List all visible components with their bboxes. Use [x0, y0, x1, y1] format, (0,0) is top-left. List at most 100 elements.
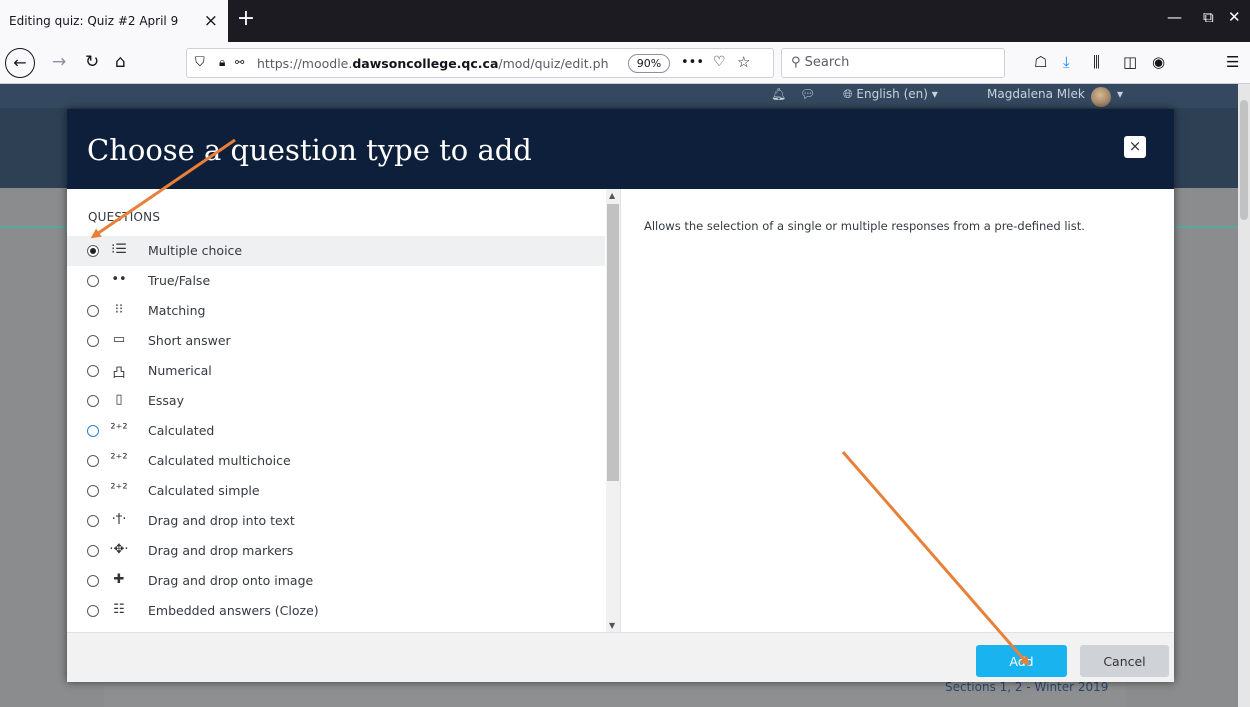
- new-tab-button[interactable]: +: [232, 6, 260, 34]
- calculated-multichoice-icon: ²⁺²: [110, 452, 128, 467]
- add-button[interactable]: Add: [976, 645, 1067, 677]
- messages-icon[interactable]: 💬︎: [800, 87, 815, 101]
- account-icon[interactable]: ◉: [1152, 53, 1165, 71]
- multiple-choice-icon: ⁝☰: [111, 242, 127, 257]
- modal-title: Choose a question type to add: [87, 133, 532, 167]
- tab-title: Editing quiz: Quiz #2 April 9: [9, 14, 179, 28]
- user-menu-caret-icon[interactable]: ▾: [1117, 87, 1123, 101]
- drag-drop-image-icon: ✚: [113, 572, 125, 587]
- question-type-item[interactable]: ▯ Essay: [67, 386, 605, 416]
- url-bar[interactable]: ⛉ 🔒︎ ⚯ https://moodle.dawsoncollege.qc.c…: [186, 48, 774, 78]
- minimize-icon[interactable]: —: [1167, 8, 1182, 26]
- question-type-label[interactable]: Embedded answers (Cloze): [148, 603, 319, 618]
- search-input[interactable]: ⚲ Search: [781, 48, 1005, 78]
- drag-drop-text-icon: ·†·: [111, 512, 127, 527]
- zoom-level[interactable]: 90%: [628, 54, 670, 73]
- reload-icon[interactable]: ↻: [85, 51, 99, 73]
- question-type-radio[interactable]: [87, 605, 99, 617]
- list-scroll-thumb[interactable]: [607, 204, 619, 481]
- search-icon: ⚲: [791, 55, 801, 70]
- question-type-radio[interactable]: [87, 545, 99, 557]
- question-type-radio[interactable]: [87, 365, 99, 377]
- extension-icon[interactable]: ☖: [1034, 53, 1047, 71]
- language-menu[interactable]: 🌐︎ English (en) ▾: [843, 87, 938, 102]
- sidebar-icon[interactable]: ◫: [1123, 53, 1137, 71]
- close-window-icon[interactable]: ✕: [1228, 8, 1241, 26]
- cancel-button[interactable]: Cancel: [1080, 645, 1169, 677]
- question-type-item[interactable]: ²⁺² Calculated simple: [67, 476, 605, 506]
- cloze-icon: ☷: [113, 602, 125, 617]
- calculated-simple-icon: ²⁺²: [110, 482, 128, 497]
- question-type-label[interactable]: Drag and drop markers: [148, 543, 293, 558]
- question-type-label[interactable]: Calculated simple: [148, 483, 260, 498]
- home-icon[interactable]: ⌂: [115, 51, 126, 73]
- menu-icon[interactable]: ☰: [1226, 53, 1239, 71]
- restore-icon[interactable]: ⧉: [1203, 8, 1214, 26]
- question-type-item[interactable]: 凸 Numerical: [67, 356, 605, 386]
- question-type-item[interactable]: ²⁺² Calculated multichoice: [67, 446, 605, 476]
- question-type-label[interactable]: Numerical: [148, 363, 212, 378]
- page-actions-icon[interactable]: •••: [681, 55, 704, 70]
- scroll-up-icon[interactable]: ▲: [609, 191, 615, 200]
- avatar[interactable]: [1091, 87, 1111, 107]
- question-type-label[interactable]: Short answer: [148, 333, 231, 348]
- question-type-item[interactable]: ✚ Drag and drop onto image: [67, 566, 605, 596]
- downloads-icon[interactable]: ⤓: [1063, 53, 1070, 71]
- question-type-item[interactable]: ⁝☰ Multiple choice: [67, 236, 605, 266]
- question-type-item[interactable]: ·✥· Drag and drop markers: [67, 536, 605, 566]
- question-type-radio[interactable]: [87, 455, 99, 467]
- question-type-label[interactable]: Matching: [148, 303, 205, 318]
- user-name[interactable]: Magdalena Mlek: [987, 87, 1085, 101]
- question-type-label[interactable]: Drag and drop onto image: [148, 573, 313, 588]
- question-type-radio[interactable]: [87, 245, 99, 257]
- permissions-icon[interactable]: ⚯: [235, 56, 244, 69]
- scroll-down-icon[interactable]: ▼: [609, 621, 615, 630]
- question-type-label[interactable]: Calculated: [148, 423, 214, 438]
- question-type-radio[interactable]: [87, 335, 99, 347]
- question-type-item[interactable]: ²⁺² Calculated: [67, 416, 605, 446]
- shield-icon[interactable]: ⛉: [195, 55, 205, 70]
- question-type-item[interactable]: ·†· Drag and drop into text: [67, 506, 605, 536]
- question-type-radio[interactable]: [87, 425, 99, 437]
- modal-footer: Add Cancel: [67, 632, 1174, 682]
- url-text[interactable]: https://moodle.dawsoncollege.qc.ca/mod/q…: [257, 56, 609, 71]
- question-type-radio[interactable]: [87, 515, 99, 527]
- browser-tab[interactable]: Editing quiz: Quiz #2 April 9 ×: [0, 0, 228, 42]
- search-placeholder: Search: [804, 55, 850, 70]
- notifications-icon[interactable]: 🔔︎: [771, 87, 786, 101]
- question-type-radio[interactable]: [87, 575, 99, 587]
- modal-header: Choose a question type to add ×: [67, 109, 1174, 189]
- question-type-radio[interactable]: [87, 485, 99, 497]
- forward-icon[interactable]: →: [52, 51, 66, 73]
- question-type-item[interactable]: ☷ Embedded answers (Cloze): [67, 596, 605, 626]
- question-type-item[interactable]: ⁝⁝ Matching: [67, 296, 605, 326]
- question-type-radio[interactable]: [87, 305, 99, 317]
- numerical-icon: 凸: [112, 366, 126, 381]
- question-type-item[interactable]: ▭ Short answer: [67, 326, 605, 356]
- question-type-item[interactable]: •• True/False: [67, 266, 605, 296]
- back-icon[interactable]: ←: [5, 48, 35, 78]
- question-type-label[interactable]: Essay: [148, 393, 184, 408]
- question-type-label[interactable]: Multiple choice: [148, 243, 242, 258]
- bookmark-star-icon[interactable]: ☆: [737, 53, 750, 71]
- browser-nav-bar: ← → ↻ ⌂ ⛉ 🔒︎ ⚯ https://moodle.dawsoncoll…: [0, 42, 1250, 84]
- lock-icon[interactable]: 🔒︎: [219, 55, 225, 70]
- question-type-radio[interactable]: [87, 395, 99, 407]
- pocket-icon[interactable]: ♡: [713, 54, 726, 70]
- close-button[interactable]: ×: [1124, 136, 1146, 158]
- question-type-label[interactable]: Calculated multichoice: [148, 453, 291, 468]
- page-scroll-thumb[interactable]: [1240, 100, 1248, 220]
- question-type-list: ⁝☰ Multiple choice •• True/False ⁝⁝ Matching ▭…: [67, 236, 605, 626]
- question-type-label[interactable]: Drag and drop into text: [148, 513, 295, 528]
- question-type-label[interactable]: True/False: [148, 273, 210, 288]
- matching-icon: ⁝⁝: [114, 302, 124, 317]
- calculated-icon: ²⁺²: [110, 422, 128, 437]
- library-icon[interactable]: ⫼: [1093, 53, 1100, 71]
- question-type-description: Allows the selection of a single or mult…: [644, 219, 1085, 233]
- background-course-link: Sections 1, 2 - Winter 2019: [945, 680, 1109, 694]
- short-answer-icon: ▭: [112, 332, 126, 347]
- question-type-radio[interactable]: [87, 275, 99, 287]
- tab-close-icon[interactable]: ×: [204, 11, 218, 31]
- true-false-icon: ••: [111, 272, 127, 287]
- essay-icon: ▯: [115, 392, 123, 407]
